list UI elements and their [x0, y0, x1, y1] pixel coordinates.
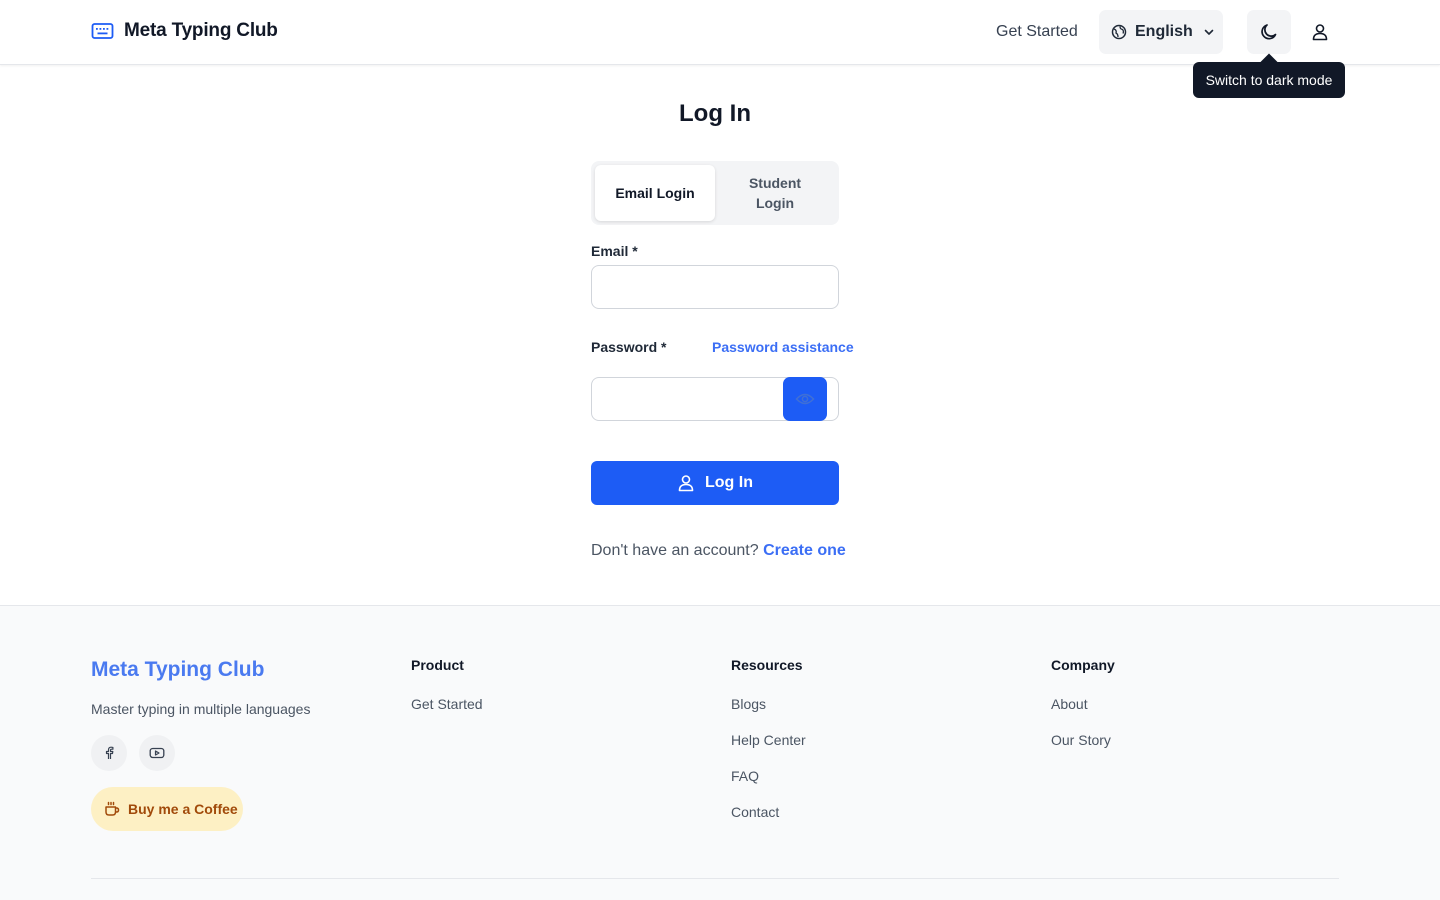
footer-divider — [91, 878, 1339, 879]
footer-brand[interactable]: Meta Typing Club — [91, 658, 264, 682]
email-label: Email * — [591, 243, 638, 259]
youtube-link[interactable] — [139, 735, 175, 771]
show-password-button[interactable] — [783, 377, 827, 421]
language-label: English — [1135, 23, 1193, 40]
chevron-down-icon — [1204, 29, 1214, 35]
account-button[interactable] — [1308, 20, 1332, 44]
footer-link-about[interactable]: About — [1051, 696, 1088, 712]
footer-link-blogs[interactable]: Blogs — [731, 696, 766, 712]
login-button[interactable]: Log In — [591, 461, 839, 505]
brand-name: Meta Typing Club — [124, 20, 278, 41]
language-selector[interactable]: English — [1099, 10, 1223, 54]
moon-icon — [1261, 24, 1277, 40]
create-account-link[interactable]: Create one — [763, 542, 846, 559]
brand-link[interactable]: Meta Typing Club — [91, 20, 278, 42]
footer-link-get-started[interactable]: Get Started — [411, 696, 483, 712]
coffee-button-label: Buy me a Coffee — [128, 801, 238, 817]
login-type-tabs: Email Login Student Login — [591, 161, 839, 225]
facebook-link[interactable] — [91, 735, 127, 771]
theme-toggle-button[interactable] — [1247, 10, 1291, 54]
youtube-icon — [149, 747, 165, 759]
footer-tagline: Master typing in multiple languages — [91, 701, 311, 717]
password-assistance-link[interactable]: Password assistance — [712, 339, 854, 355]
eye-icon — [795, 393, 815, 405]
globe-icon — [1111, 24, 1127, 40]
footer-link-help-center[interactable]: Help Center — [731, 732, 806, 748]
coffee-cup-icon — [105, 801, 120, 816]
theme-tooltip: Switch to dark mode — [1193, 62, 1345, 98]
nav-get-started-link[interactable]: Get Started — [996, 23, 1078, 41]
email-field[interactable] — [591, 265, 839, 309]
footer-link-our-story[interactable]: Our Story — [1051, 732, 1111, 748]
signup-prompt-text: Don't have an account? — [591, 542, 759, 559]
site-header: Meta Typing Club Get Started English — [0, 0, 1440, 65]
keyboard-icon — [91, 23, 114, 39]
tab-email-login[interactable]: Email Login — [595, 165, 715, 221]
tab-student-login[interactable]: Student Login — [715, 165, 835, 221]
site-footer: Meta Typing Club Master typing in multip… — [0, 605, 1440, 900]
footer-link-faq[interactable]: FAQ — [731, 768, 759, 784]
facebook-icon — [105, 746, 114, 759]
signup-prompt: Don't have an account? Create one — [591, 542, 846, 560]
buy-me-a-coffee-button[interactable]: Buy me a Coffee — [91, 787, 243, 831]
footer-heading-company: Company — [1051, 657, 1115, 673]
login-button-label: Log In — [705, 474, 753, 491]
footer-heading-resources: Resources — [731, 657, 803, 673]
password-label: Password * — [591, 339, 667, 355]
page-title: Log In — [679, 100, 751, 127]
user-icon — [1312, 24, 1328, 41]
user-icon — [678, 475, 694, 492]
footer-link-contact[interactable]: Contact — [731, 804, 779, 820]
footer-heading-product: Product — [411, 657, 464, 673]
